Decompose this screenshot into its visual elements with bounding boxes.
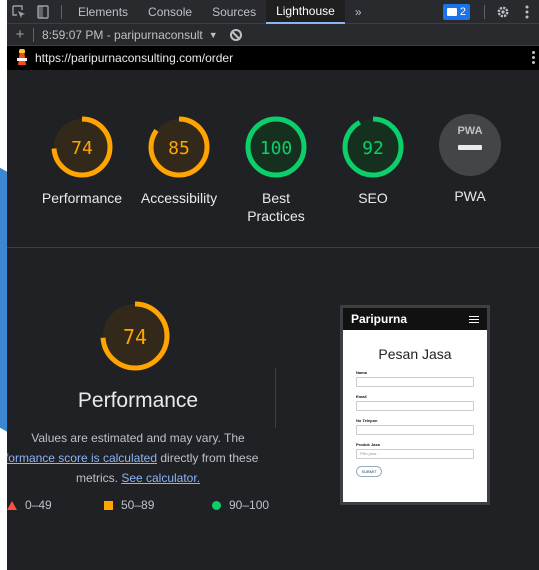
pwa-badge-text: PWA	[457, 125, 483, 137]
thumb-input	[356, 401, 474, 411]
devtools-tabbar: Elements Console Sources Lighthouse » 2	[7, 0, 539, 24]
score-calculation-link[interactable]: performance score is calculated	[7, 451, 157, 465]
score-ring: 92	[342, 116, 404, 178]
lighthouse-logo-icon	[15, 49, 29, 67]
thumb-select: Pilih jasa...	[356, 449, 474, 459]
gauge-accessibility[interactable]: 85 Accessibility	[124, 114, 234, 207]
performance-gauge-large: 74	[97, 298, 173, 379]
more-options-icon[interactable]	[515, 0, 539, 24]
gauge-performance[interactable]: 74 Performance	[27, 114, 137, 207]
thumb-field-label: Email	[356, 394, 367, 399]
performance-description: Values are estimated and may vary. The p…	[7, 428, 269, 488]
tab-elements[interactable]: Elements	[68, 0, 138, 24]
performance-section: 74 Performance Values are estimated and …	[7, 248, 539, 568]
legend-average: 50–89	[104, 498, 154, 512]
section-divider	[275, 368, 276, 428]
gauge-label: SEO	[358, 190, 388, 206]
gauge-score: 74	[123, 325, 147, 349]
thumb-heading: Pesan Jasa	[378, 346, 452, 362]
report-toolbar: + 8:59:07 PM - paripurnaconsult ▼	[7, 24, 539, 46]
thumb-input	[356, 377, 474, 387]
legend-fail: 0–49	[7, 498, 52, 512]
thumb-field-label: Produk Jasa	[356, 442, 380, 447]
tab-sources[interactable]: Sources	[202, 0, 266, 24]
device-toolbar-icon[interactable]	[31, 0, 55, 24]
clear-reports-icon[interactable]	[229, 28, 242, 41]
section-title: Performance	[77, 389, 199, 412]
devtools-panel: Elements Console Sources Lighthouse » 2 …	[7, 0, 539, 570]
gauge-pwa[interactable]: PWA PWA	[415, 114, 525, 205]
settings-gear-icon[interactable]	[491, 0, 515, 24]
hamburger-menu-icon	[469, 315, 479, 323]
average-square-icon	[104, 500, 113, 510]
legend-label: 90–100	[229, 498, 270, 512]
score-ring: 74	[100, 301, 170, 371]
score-ring: 74	[51, 116, 113, 178]
score-ring: 85	[148, 116, 210, 178]
thumb-field-label: Nama	[356, 370, 367, 375]
report-selector-value: 8:59:07 PM - paripurnaconsult	[42, 27, 203, 42]
thumb-submit-button: SUBMIT	[356, 466, 382, 477]
gauge-label: Best Practices	[247, 190, 305, 224]
gauge-score: 92	[362, 138, 384, 159]
gauge-label: Performance	[41, 190, 123, 206]
new-report-button[interactable]: +	[7, 26, 33, 43]
pwa-badge-icon: PWA	[439, 114, 501, 176]
gauge-label: Accessibility	[140, 190, 218, 206]
thumb-brand: Paripurna	[351, 312, 408, 326]
legend-label: 50–89	[121, 498, 155, 512]
thumb-field-label: No Telepon	[356, 418, 378, 423]
pass-circle-icon	[212, 500, 221, 510]
fail-triangle-icon	[7, 500, 17, 510]
calculator-link[interactable]: See calculator.	[121, 471, 200, 485]
message-icon	[446, 7, 457, 16]
legend-label: 0–49	[25, 498, 52, 512]
report-selector[interactable]: 8:59:07 PM - paripurnaconsult ▼	[42, 28, 218, 42]
issues-count: 2	[459, 5, 466, 18]
score-gauges: 74 Performance 85 Accessibility 100 Best…	[7, 70, 539, 248]
report-url-link[interactable]: https://paripurnaconsulting.com/order	[35, 51, 233, 65]
score-ring: 100	[245, 116, 307, 178]
toolbar-divider	[61, 4, 62, 19]
gauge-best-practices[interactable]: 100 Best Practices	[221, 114, 331, 225]
thumb-input	[356, 425, 474, 435]
report-menu-icon[interactable]	[532, 51, 535, 64]
gauge-score: 85	[168, 138, 190, 159]
tab-console[interactable]: Console	[138, 0, 202, 24]
more-tabs-button[interactable]: »	[345, 0, 372, 24]
gauge-seo[interactable]: 92 SEO	[318, 114, 428, 207]
thumb-navbar: Paripurna	[343, 308, 487, 330]
issues-badge[interactable]: 2	[442, 3, 470, 20]
legend-pass: 90–100	[212, 498, 269, 512]
toolbar-divider	[33, 27, 34, 42]
toolbar-divider	[484, 4, 485, 19]
report-url-bar: https://paripurnaconsulting.com/order	[7, 46, 539, 70]
final-screenshot-thumbnail[interactable]: Paripurna Pesan Jasa Nama Email No Telep…	[340, 305, 490, 505]
chevron-down-icon: ▼	[208, 29, 218, 40]
description-text: Values are estimated and may vary. The	[31, 431, 245, 445]
gauge-score: 100	[260, 138, 293, 159]
gauge-score: 74	[71, 138, 93, 159]
inspect-element-icon[interactable]	[7, 0, 31, 24]
tab-lighthouse[interactable]: Lighthouse	[266, 0, 345, 24]
gauge-label: PWA	[454, 188, 486, 204]
